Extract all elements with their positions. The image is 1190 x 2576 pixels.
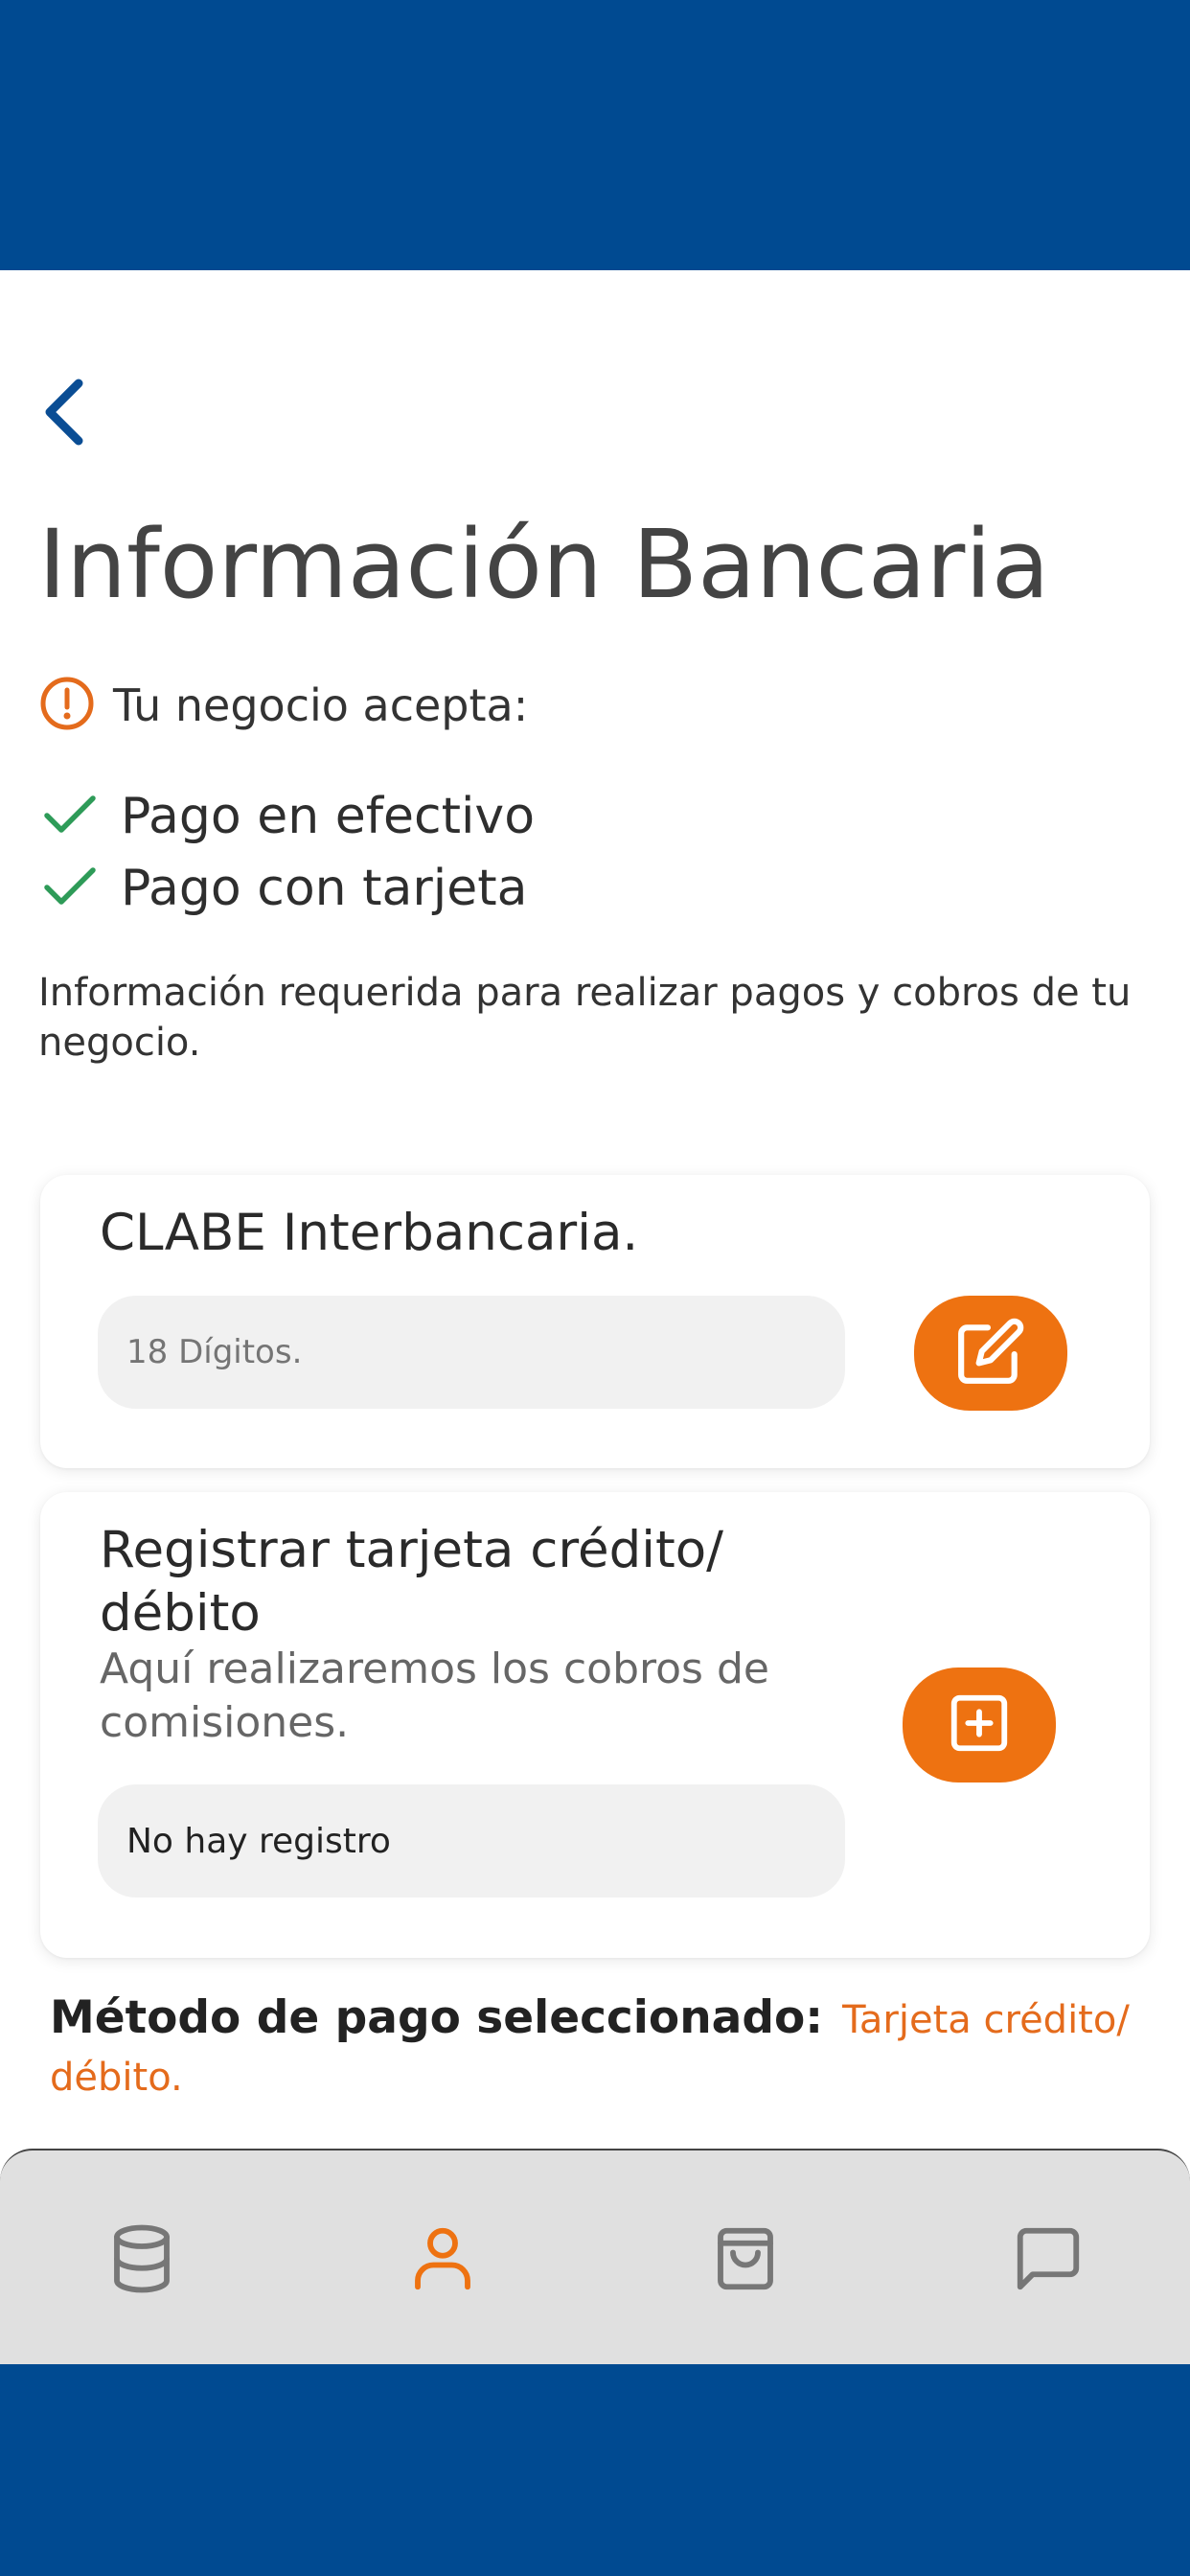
card-register-subtitle-line2: comisiones. xyxy=(100,1698,350,1747)
back-button[interactable] xyxy=(29,364,105,460)
check-icon xyxy=(42,793,98,840)
selected-payment-label: Método de pago seleccionado: xyxy=(50,1991,824,2044)
accepts-header: Tu negocio acepta: xyxy=(38,671,528,740)
message-icon xyxy=(1011,2221,1086,2300)
check-icon xyxy=(42,864,98,912)
clabe-title: CLABE Interbancaria. xyxy=(100,1204,639,1262)
card-register-title-line1: Registrar tarjeta crédito/ xyxy=(100,1521,724,1579)
top-banner xyxy=(0,0,1190,270)
method-label: Pago con tarjeta xyxy=(121,860,528,917)
accepted-method-cash: Pago en efectivo xyxy=(42,783,535,850)
tab-profile[interactable] xyxy=(395,2213,491,2309)
page-title: Información Bancaria xyxy=(38,510,1050,620)
tab-database[interactable] xyxy=(94,2213,190,2309)
user-icon xyxy=(405,2221,480,2300)
bottom-banner xyxy=(0,2364,1190,2576)
card-register-subtitle-line1: Aquí realizaremos los cobros de xyxy=(100,1644,769,1693)
accepted-method-card: Pago con tarjeta xyxy=(42,855,527,922)
database-icon xyxy=(104,2221,179,2300)
card-status-field: No hay registro xyxy=(98,1784,845,1898)
clabe-input[interactable] xyxy=(98,1296,845,1409)
accepts-label: Tu negocio acepta: xyxy=(113,679,529,731)
selected-payment-method: Método de pago seleccionado: Tarjeta créd… xyxy=(50,1993,1161,2110)
method-label: Pago en efectivo xyxy=(121,788,536,845)
add-card-button[interactable] xyxy=(903,1668,1056,1782)
edit-clabe-button[interactable] xyxy=(914,1296,1067,1411)
clabe-card: CLABE Interbancaria. xyxy=(40,1175,1150,1468)
tab-shop[interactable] xyxy=(698,2213,793,2309)
tab-messages[interactable] xyxy=(1000,2213,1096,2309)
plus-square-icon xyxy=(946,1690,1013,1760)
shopping-bag-icon xyxy=(708,2221,783,2300)
chevron-left-icon xyxy=(29,364,105,460)
card-register-card: Registrar tarjeta crédito/ débito Aquí r… xyxy=(40,1492,1150,1958)
alert-icon xyxy=(38,675,96,736)
info-description: Información requerida para realizar pago… xyxy=(38,971,1132,1065)
bottom-tab-bar xyxy=(0,2149,1190,2364)
card-register-title-line2: débito xyxy=(100,1584,261,1643)
edit-icon xyxy=(955,1316,1026,1391)
